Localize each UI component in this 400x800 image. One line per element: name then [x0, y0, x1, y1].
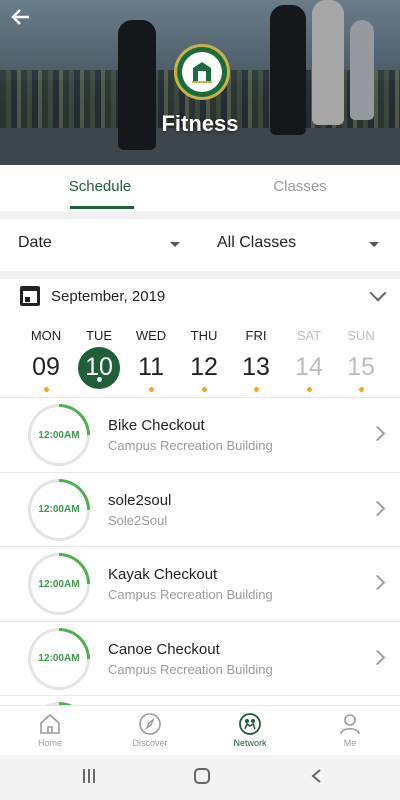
bottom-nav: Home Discover Network Me — [0, 705, 400, 755]
page-title: Fitness — [161, 111, 239, 136]
event-dot — [201, 387, 207, 392]
nav-me[interactable]: Me — [300, 706, 400, 755]
filter-bar: Date All Classes — [0, 219, 400, 271]
event-dot — [306, 387, 312, 392]
date-dropdown[interactable]: Date — [18, 234, 52, 252]
time-progress-ring: 12:00AM — [28, 627, 90, 690]
calendar-icon — [20, 286, 40, 306]
week-strip: N 8 MON 09 TUE 10 WED 11 THU 12 FRI 13 — [0, 319, 400, 397]
event-dot — [96, 377, 102, 382]
chevron-right-icon — [369, 649, 386, 665]
back-chevron-icon — [311, 769, 321, 783]
day-sun[interactable]: SUN 15 — [335, 319, 387, 392]
event-dot — [253, 387, 259, 392]
event-location: Sole2Soul — [108, 512, 168, 528]
tab-classes[interactable]: Classes — [200, 165, 400, 211]
event-title: Kayak Checkout — [108, 566, 218, 583]
time-progress-ring: 12:00AM — [28, 404, 90, 466]
event-location: Campus Recreation Building — [108, 587, 273, 602]
day-tue[interactable]: TUE 10 — [73, 319, 125, 389]
day-thu[interactable]: THU 12 — [178, 319, 230, 392]
chevron-right-icon — [369, 500, 386, 516]
class-caret-icon — [369, 242, 379, 247]
tab-bar: Schedule Classes — [0, 165, 400, 211]
chevron-down-icon[interactable] — [369, 284, 387, 302]
system-nav-bar — [0, 755, 400, 800]
home-square-icon — [194, 768, 210, 784]
recent-apps-button[interactable] — [80, 767, 98, 790]
day-wed[interactable]: WED 11 — [125, 319, 177, 392]
time-progress-ring: 12:00AM — [28, 478, 90, 541]
list-item[interactable]: 12:00AM Bike Checkout Campus Recreation … — [0, 397, 400, 472]
compass-icon — [139, 713, 161, 735]
event-title: Bike Checkout — [108, 417, 205, 434]
time-progress-ring: 12:00AM — [28, 553, 90, 615]
date-caret-icon — [170, 242, 180, 247]
nav-network[interactable]: Network — [200, 706, 300, 755]
list-item[interactable]: 12:00AM sole2soul Sole2Soul — [0, 471, 400, 547]
back-system-button[interactable] — [308, 767, 326, 790]
app-screen: Fitness Schedule Classes Date All Classe… — [0, 0, 400, 800]
event-dot — [43, 387, 49, 392]
list-item-partial[interactable] — [0, 695, 400, 705]
event-dot — [148, 387, 154, 392]
event-dot — [358, 387, 364, 392]
day-partial: N 8 — [0, 319, 10, 385]
month-header: September, 2019 — [0, 279, 400, 315]
event-location: Campus Recreation Building — [108, 438, 273, 453]
event-title: sole2soul — [108, 491, 172, 509]
recent-apps-icon — [83, 769, 95, 783]
nav-home[interactable]: Home — [0, 706, 100, 755]
chevron-right-icon — [369, 425, 386, 442]
chevron-right-icon — [369, 574, 386, 591]
month-label: September, 2019 — [51, 288, 166, 305]
header-banner: Fitness — [0, 0, 400, 165]
day-fri[interactable]: FRI 13 — [230, 319, 282, 392]
recreation-logo-icon — [174, 44, 230, 100]
event-list: 12:00AM Bike Checkout Campus Recreation … — [0, 397, 400, 705]
tab-schedule[interactable]: Schedule — [0, 165, 200, 211]
list-item[interactable]: 12:00AM Kayak Checkout Campus Recreation… — [0, 546, 400, 621]
network-icon — [239, 713, 261, 735]
list-item[interactable]: 12:00AM Canoe Checkout Campus Recreation… — [0, 620, 400, 696]
day-mon[interactable]: MON 09 — [20, 319, 72, 392]
class-dropdown[interactable]: All Classes — [217, 234, 296, 252]
arrow-left-icon — [11, 9, 29, 25]
home-system-button[interactable] — [193, 767, 211, 790]
back-button[interactable] — [10, 6, 36, 28]
person-icon — [340, 714, 360, 735]
event-location: Campus Recreation Building — [108, 661, 273, 677]
nav-discover[interactable]: Discover — [100, 706, 200, 755]
day-sat[interactable]: SAT 14 — [283, 319, 335, 392]
home-icon — [40, 713, 60, 734]
event-title: Canoe Checkout — [108, 640, 220, 658]
